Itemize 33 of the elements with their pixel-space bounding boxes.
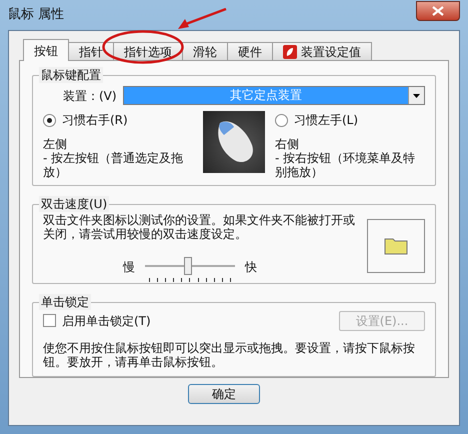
checkbox[interactable] <box>43 314 56 328</box>
close-icon <box>432 6 444 16</box>
click-lock-description: 使您不用按住鼠标按钮即可以突出显示或拖拽。要设置，请按下鼠标按钮。要放开，请再单击鼠标按钮。 <box>43 340 416 369</box>
folder-icon <box>384 236 408 256</box>
ok-button[interactable]: 确定 <box>188 384 260 404</box>
radio-label[interactable]: 习惯右手(R) <box>62 111 128 129</box>
test-folder-box[interactable] <box>367 218 425 273</box>
side-description: - 按右按钮（环境菜单及特别拖放） <box>275 151 416 179</box>
tab[interactable]: 装置设定值 <box>272 42 372 61</box>
side-heading: 右侧 <box>275 137 300 151</box>
speed-slider[interactable] <box>145 256 235 283</box>
radio-button[interactable] <box>275 114 288 126</box>
group-title: 双击速度(U) <box>39 196 110 212</box>
window-title: 鼠标 属性 <box>8 6 64 24</box>
device-value: 其它定点装置 <box>228 87 303 104</box>
double-click-description: 双击文件夹图标以测试你的设置。如果文件夹不能被打开或关闭，请尝试用较慢的双击速度设定。 <box>43 212 356 241</box>
side-description: - 按左按钮（普通选定及拖放） <box>43 151 184 179</box>
tab[interactable]: 按钮 <box>23 39 69 61</box>
slow-label: 慢 <box>123 258 135 276</box>
group-title: 鼠标键配置 <box>39 67 103 83</box>
dropdown-arrow-icon <box>413 94 420 98</box>
annotation-arrow <box>176 8 228 30</box>
fast-label: 快 <box>245 258 257 276</box>
device-label: 装置：(V) <box>63 88 117 104</box>
radio-label[interactable]: 习惯左手(L) <box>294 111 358 129</box>
radio-button[interactable] <box>43 114 56 126</box>
tab[interactable]: 滑轮 <box>182 42 228 61</box>
side-heading: 左侧 <box>43 137 68 151</box>
tab[interactable]: 硬件 <box>227 42 273 61</box>
slider-thumb[interactable] <box>184 256 192 275</box>
group-title: 单击锁定 <box>39 294 91 310</box>
close-button[interactable] <box>416 1 460 21</box>
checkbox-label[interactable]: 启用单击锁定(T) <box>62 312 151 330</box>
